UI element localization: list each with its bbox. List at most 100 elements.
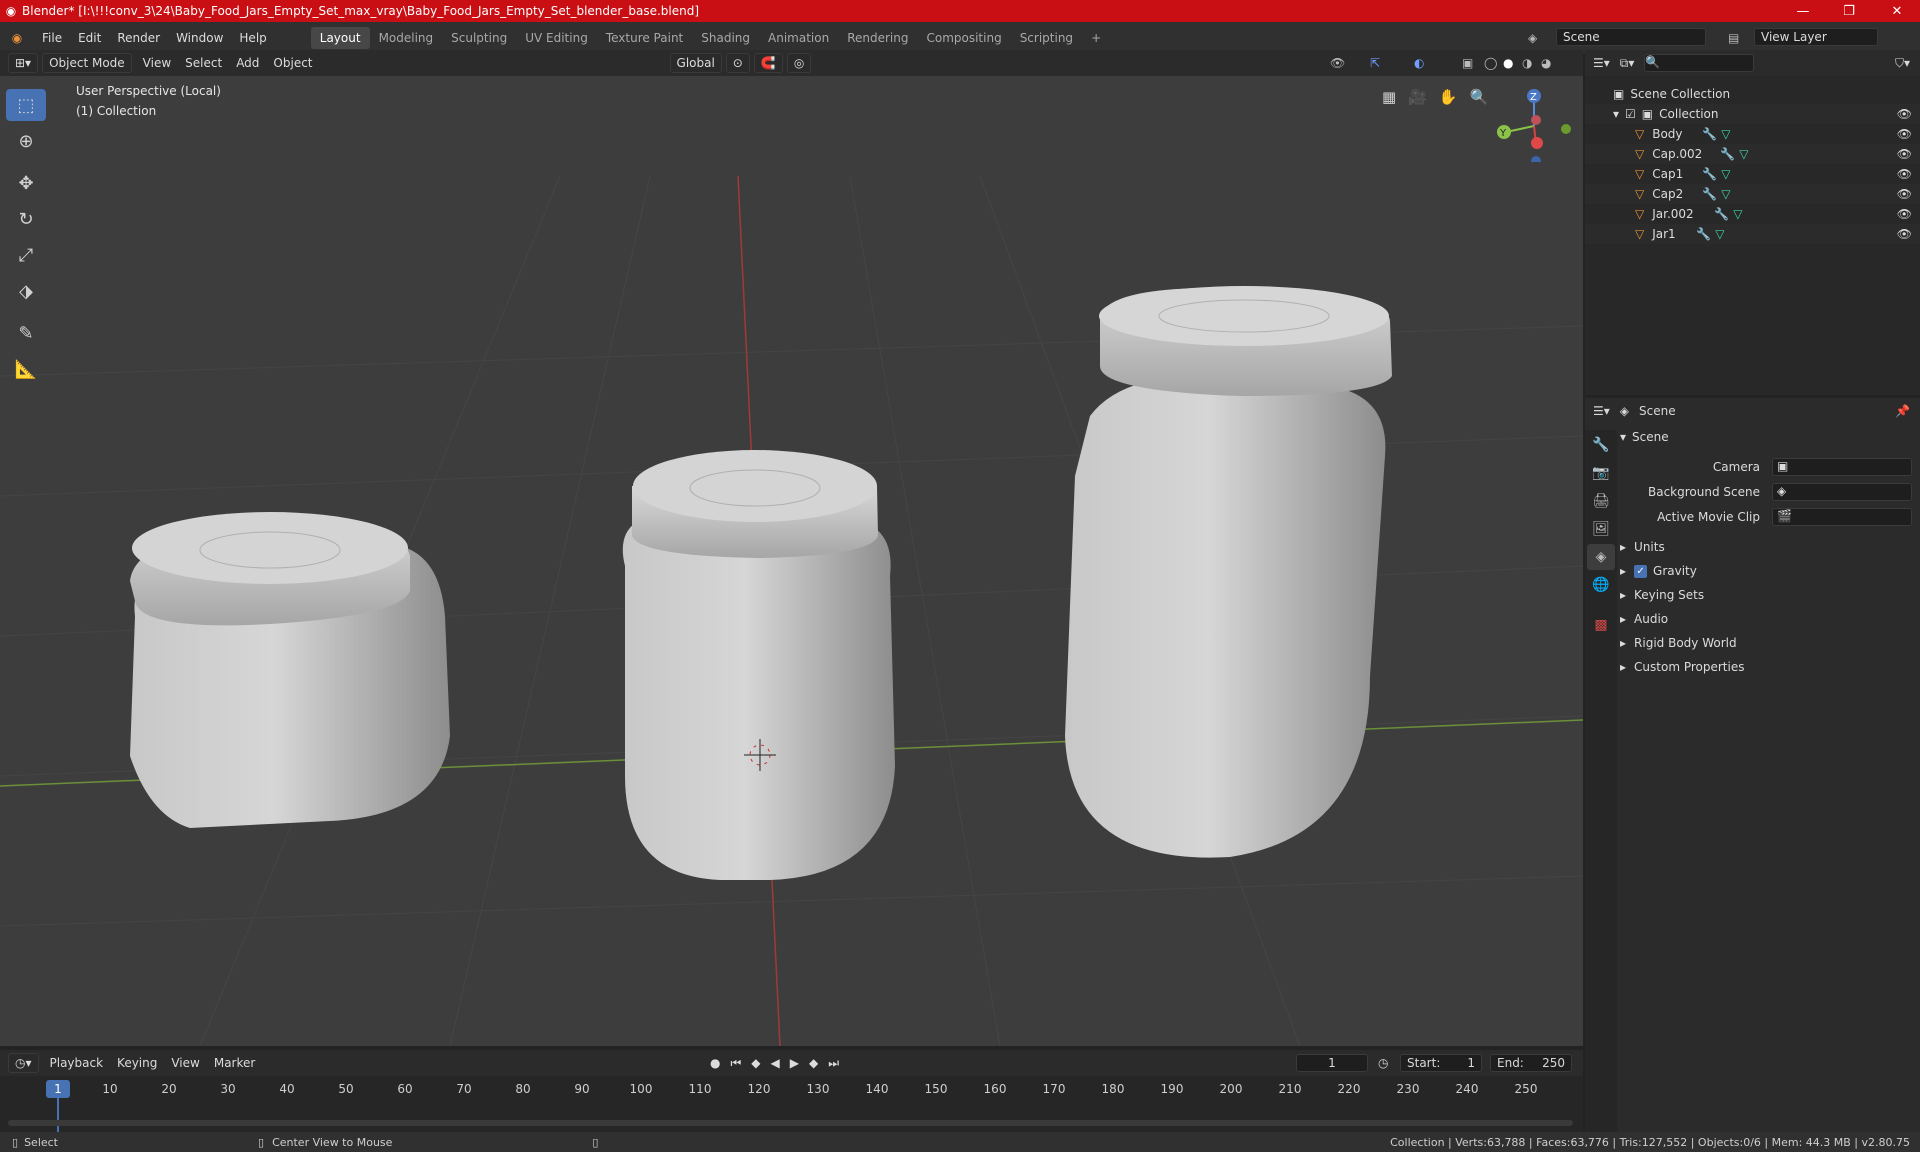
jar-right[interactable]	[1065, 286, 1392, 858]
pivot-icon[interactable]: ⊙	[725, 53, 750, 73]
rotate-tool-icon[interactable]: ↻	[6, 203, 46, 235]
outliner-item-body[interactable]: ▽ Body 🔧 ▽ 👁	[1585, 124, 1920, 144]
measure-tool-icon[interactable]: 📐	[6, 353, 46, 385]
viewport-menu-select[interactable]: Select	[178, 56, 229, 70]
tab-uv-editing[interactable]: UV Editing	[516, 27, 597, 49]
tab-texture-paint[interactable]: Texture Paint	[597, 27, 692, 49]
record-icon[interactable]: ●	[710, 1056, 720, 1071]
transform-orientation-dropdown[interactable]: Global	[669, 53, 722, 73]
eye-icon[interactable]: 👁	[1897, 187, 1912, 201]
timeline-editor-icon[interactable]: ◷▾	[8, 1053, 39, 1073]
gravity-checkbox[interactable]: ✓	[1634, 564, 1648, 578]
rendered-shading-icon[interactable]: ◕	[1541, 56, 1551, 70]
object-mode-dropdown[interactable]: Object Mode	[42, 53, 132, 73]
tab-sculpting[interactable]: Sculpting	[442, 27, 516, 49]
world-tab-icon[interactable]: 🌐	[1587, 572, 1615, 598]
tab-rendering[interactable]: Rendering	[838, 27, 917, 49]
outliner-item-cap1[interactable]: ▽ Cap1 🔧 ▽ 👁	[1585, 164, 1920, 184]
transform-tool-icon[interactable]: ⬗	[6, 275, 46, 307]
view-layer-selector[interactable]: View Layer	[1754, 28, 1878, 46]
tab-animation[interactable]: Animation	[759, 27, 838, 49]
annotate-tool-icon[interactable]: ✎	[6, 317, 46, 349]
custom-properties-section[interactable]: ▸ Custom Properties	[1620, 656, 1920, 678]
timeline-scrollbar[interactable]	[8, 1120, 1573, 1126]
grid-view-icon[interactable]: ▦	[1382, 88, 1396, 106]
outliner-item-jar1[interactable]: ▽ Jar1 🔧 ▽ 👁	[1585, 224, 1920, 244]
select-box-icon[interactable]: ⬚	[6, 89, 46, 121]
maximize-icon[interactable]: ❐	[1826, 0, 1872, 22]
menu-window[interactable]: Window	[168, 31, 231, 45]
active-movie-clip-field[interactable]: 🎬	[1772, 508, 1912, 526]
timeline-menu-marker[interactable]: Marker	[207, 1056, 262, 1070]
start-frame-field[interactable]: Start: 1	[1400, 1054, 1482, 1072]
jar-left[interactable]	[130, 512, 450, 828]
eye-icon[interactable]: 👁	[1897, 227, 1912, 241]
units-section[interactable]: ▸ Units	[1620, 536, 1920, 558]
add-workspace-icon[interactable]: +	[1082, 27, 1110, 49]
eye-icon[interactable]: 👁	[1897, 207, 1912, 221]
prev-keyframe-icon[interactable]: ◆	[751, 1056, 760, 1071]
current-frame-field[interactable]: 1	[1296, 1054, 1368, 1072]
solid-shading-icon[interactable]: ●	[1503, 56, 1513, 70]
eye-icon[interactable]: 👁	[1897, 107, 1912, 121]
play-reverse-icon[interactable]: ◀	[771, 1056, 780, 1071]
render-tab-icon[interactable]: 📷	[1587, 460, 1615, 486]
minimize-icon[interactable]: —	[1780, 0, 1826, 22]
gravity-section[interactable]: ▸ ✓ Gravity	[1620, 560, 1920, 582]
outliner-scene-collection[interactable]: ▣ Scene Collection	[1585, 84, 1920, 104]
tab-scripting[interactable]: Scripting	[1011, 27, 1082, 49]
eye-icon[interactable]: 👁	[1897, 167, 1912, 181]
menu-file[interactable]: File	[34, 31, 70, 45]
view-layer-tab-icon[interactable]: 🖼	[1587, 516, 1615, 542]
eye-icon[interactable]: 👁	[1897, 127, 1912, 141]
gizmo-toggle-icon[interactable]: ⇱	[1370, 56, 1380, 70]
end-frame-field[interactable]: End: 250	[1490, 1054, 1572, 1072]
clock-icon[interactable]: ◷	[1378, 1056, 1388, 1070]
outliner-collection[interactable]: ▾ ☑ ▣ Collection 👁	[1585, 104, 1920, 124]
overlays-icon[interactable]: ◐	[1414, 56, 1424, 70]
timeline-menu-keying[interactable]: Keying	[110, 1056, 164, 1070]
audio-section[interactable]: ▸ Audio	[1620, 608, 1920, 630]
menu-edit[interactable]: Edit	[70, 31, 109, 45]
scene-selector[interactable]: Scene	[1556, 28, 1706, 46]
menu-help[interactable]: Help	[231, 31, 274, 45]
scene-icon[interactable]: ◈	[1528, 31, 1537, 45]
scene-tab-icon[interactable]: ◈	[1587, 544, 1615, 570]
viewport-menu-view[interactable]: View	[136, 56, 178, 70]
outliner-editor-icon[interactable]: ☰▾	[1593, 56, 1610, 70]
proportional-edit-icon[interactable]: ◎	[786, 53, 812, 73]
cursor-tool-icon[interactable]: ⊕	[6, 125, 46, 157]
3d-viewport[interactable]: User Perspective (Local) (1) Collection …	[0, 76, 1583, 1046]
rigid-body-world-section[interactable]: ▸ Rigid Body World	[1620, 632, 1920, 654]
tab-modeling[interactable]: Modeling	[370, 27, 443, 49]
scene-panel-header[interactable]: ▾ Scene	[1620, 426, 1920, 448]
expand-arrow-icon[interactable]: ▾	[1613, 107, 1619, 121]
blender-menu-icon[interactable]: ◉	[0, 31, 34, 45]
eye-icon[interactable]: 👁	[1897, 147, 1912, 161]
jump-start-icon[interactable]: ⏮	[730, 1056, 741, 1071]
play-icon[interactable]: ▶	[790, 1056, 799, 1071]
tab-compositing[interactable]: Compositing	[917, 27, 1010, 49]
xray-icon[interactable]: ▣	[1462, 56, 1473, 70]
camera-view-icon[interactable]: 🎥	[1408, 88, 1427, 106]
texture-tab-icon[interactable]: ▩	[1587, 612, 1615, 638]
camera-field[interactable]: ▣	[1772, 458, 1912, 476]
tab-shading[interactable]: Shading	[692, 27, 759, 49]
background-scene-field[interactable]: ◈	[1772, 483, 1912, 501]
tool-tab-icon[interactable]: 🔧	[1587, 432, 1615, 458]
viewport-menu-add[interactable]: Add	[229, 56, 266, 70]
timeline-menu-playback[interactable]: Playback	[43, 1056, 111, 1070]
editor-type-icon[interactable]: ⊞▾	[8, 53, 39, 73]
filter-icon[interactable]: ⛉▾	[1895, 56, 1910, 71]
snap-icon[interactable]: 🧲	[753, 53, 783, 73]
close-icon[interactable]: ✕	[1874, 0, 1920, 22]
move-tool-icon[interactable]: ✥	[6, 167, 46, 199]
view-layer-icon[interactable]: ▤	[1728, 31, 1739, 45]
wireframe-shading-icon[interactable]: ◯	[1484, 56, 1497, 70]
pin-icon[interactable]: 📌	[1895, 404, 1910, 418]
jump-end-icon[interactable]: ⏭	[828, 1056, 839, 1071]
output-tab-icon[interactable]: 🖨	[1587, 488, 1615, 514]
timeline-menu-view[interactable]: View	[164, 1056, 206, 1070]
material-shading-icon[interactable]: ◑	[1522, 56, 1532, 70]
viewport-menu-object[interactable]: Object	[266, 56, 319, 70]
